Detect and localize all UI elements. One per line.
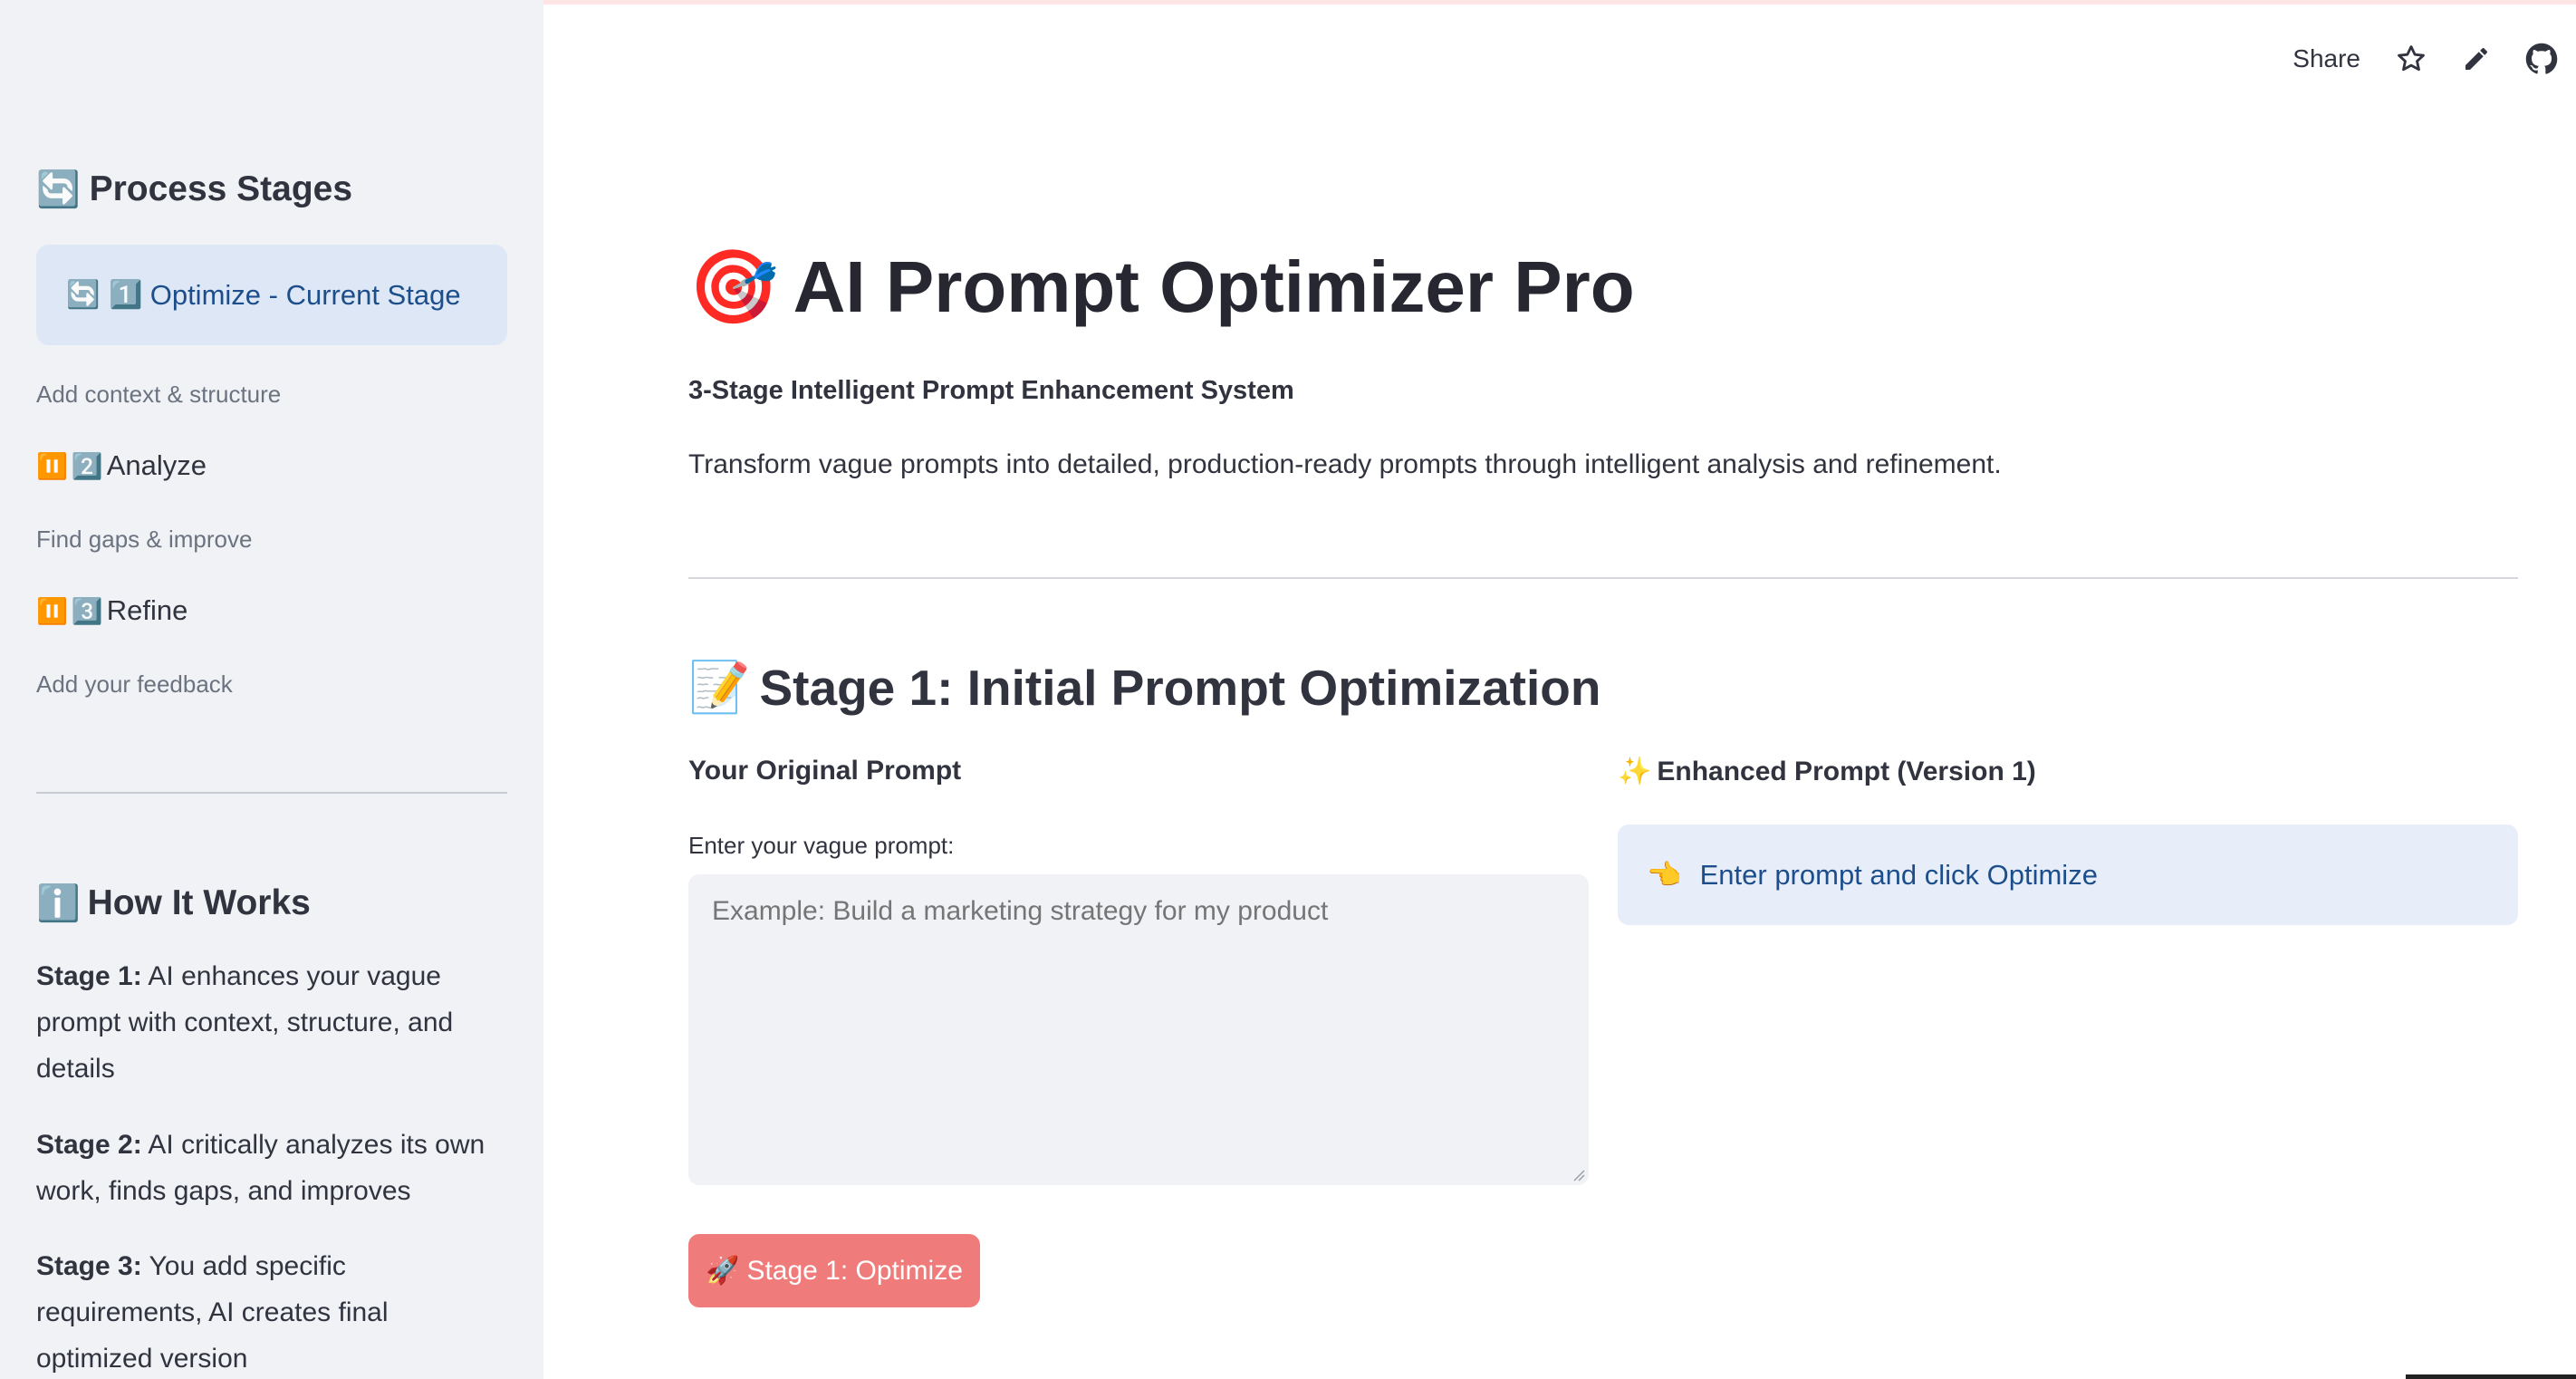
- stage-heading: 📝 Stage 1: Initial Prompt Optimization: [688, 658, 1600, 717]
- stage-item-label: Refine: [106, 594, 188, 626]
- sidebar-title: 🔄 Process Stages: [36, 169, 352, 210]
- resize-handle-icon[interactable]: [1571, 1167, 1585, 1181]
- prompt-input-label: Enter your vague prompt:: [688, 832, 955, 859]
- how-item-label: Stage 2:: [36, 1130, 142, 1160]
- info-message-text: Enter prompt and click Optimize: [1699, 858, 2098, 891]
- how-it-works-title: ℹ️ How It Works: [36, 882, 311, 924]
- how-item-label: Stage 1:: [36, 961, 142, 991]
- current-stage-description: Add context & structure: [36, 381, 282, 408]
- enhanced-prompt-heading-text: Enhanced Prompt (Version 1): [1657, 756, 2036, 786]
- stage-description-analyze: Find gaps & improve: [36, 526, 253, 553]
- number-three-icon: 3️⃣: [71, 596, 103, 625]
- page-title-text: AI Prompt Optimizer Pro: [793, 246, 1635, 327]
- optimize-button[interactable]: 🚀 Stage 1: Optimize: [688, 1234, 980, 1307]
- sidebar: 🔄 Process Stages 🔄 1️⃣ Optimize - Curren…: [0, 0, 543, 1379]
- page-description: Transform vague prompts into detailed, p…: [688, 449, 2002, 479]
- how-item-stage-2: Stage 2: AI critically analyzes its own …: [36, 1122, 507, 1214]
- current-stage-label: Optimize - Current Stage: [149, 278, 461, 311]
- page-subtitle: 3-Stage Intelligent Prompt Enhancement S…: [688, 376, 1294, 405]
- info-icon: ℹ️: [36, 884, 81, 923]
- enhanced-prompt-heading: ✨ Enhanced Prompt (Version 1): [1618, 756, 2036, 787]
- sidebar-divider: [36, 792, 507, 794]
- pause-icon: ⏸️: [36, 596, 68, 625]
- pointing-hand-icon: 👈: [1647, 859, 1682, 891]
- how-it-works-title-text: How It Works: [87, 883, 311, 922]
- memo-icon: 📝: [688, 659, 751, 715]
- sidebar-title-text: Process Stages: [89, 169, 353, 208]
- github-icon[interactable]: [2525, 43, 2558, 75]
- original-prompt-heading: Your Original Prompt: [688, 756, 962, 786]
- prompt-input[interactable]: [688, 874, 1589, 1185]
- current-stage-card: 🔄 1️⃣ Optimize - Current Stage: [36, 245, 507, 345]
- page-title: 🎯 AI Prompt Optimizer Pro: [688, 245, 1635, 330]
- refresh-icon: 🔄: [66, 280, 101, 310]
- stage-item-refine: ⏸️ 3️⃣ Refine: [36, 594, 187, 627]
- stage-description-refine: Add your feedback: [36, 670, 233, 698]
- optimize-button-label: Stage 1: Optimize: [746, 1255, 963, 1286]
- header-toolbar: Share: [2292, 36, 2558, 82]
- corner-decoration: [2406, 1374, 2576, 1379]
- info-message: 👈 Enter prompt and click Optimize: [1618, 825, 2518, 925]
- stage-item-label: Analyze: [106, 449, 207, 481]
- star-icon[interactable]: [2395, 43, 2427, 75]
- refresh-icon: 🔄: [36, 170, 81, 209]
- stage-heading-text: Stage 1: Initial Prompt Optimization: [759, 659, 1601, 716]
- pause-icon: ⏸️: [36, 451, 68, 480]
- app-root: 🔄 Process Stages 🔄 1️⃣ Optimize - Curren…: [0, 0, 2576, 1379]
- how-item-label: Stage 3:: [36, 1251, 142, 1281]
- edit-icon[interactable]: [2460, 43, 2493, 75]
- target-icon: 🎯: [688, 246, 779, 327]
- number-two-icon: 2️⃣: [71, 451, 103, 480]
- section-divider: [688, 577, 2518, 579]
- stage-item-analyze: ⏸️ 2️⃣ Analyze: [36, 449, 207, 482]
- rocket-icon: 🚀: [706, 1256, 740, 1286]
- number-one-icon: 1️⃣: [109, 280, 143, 310]
- share-button[interactable]: Share: [2292, 44, 2360, 73]
- sparkles-icon: ✨: [1618, 757, 1652, 786]
- how-item-stage-3: Stage 3: You add specific requirements, …: [36, 1243, 507, 1379]
- how-item-stage-1: Stage 1: AI enhances your vague prompt w…: [36, 953, 507, 1092]
